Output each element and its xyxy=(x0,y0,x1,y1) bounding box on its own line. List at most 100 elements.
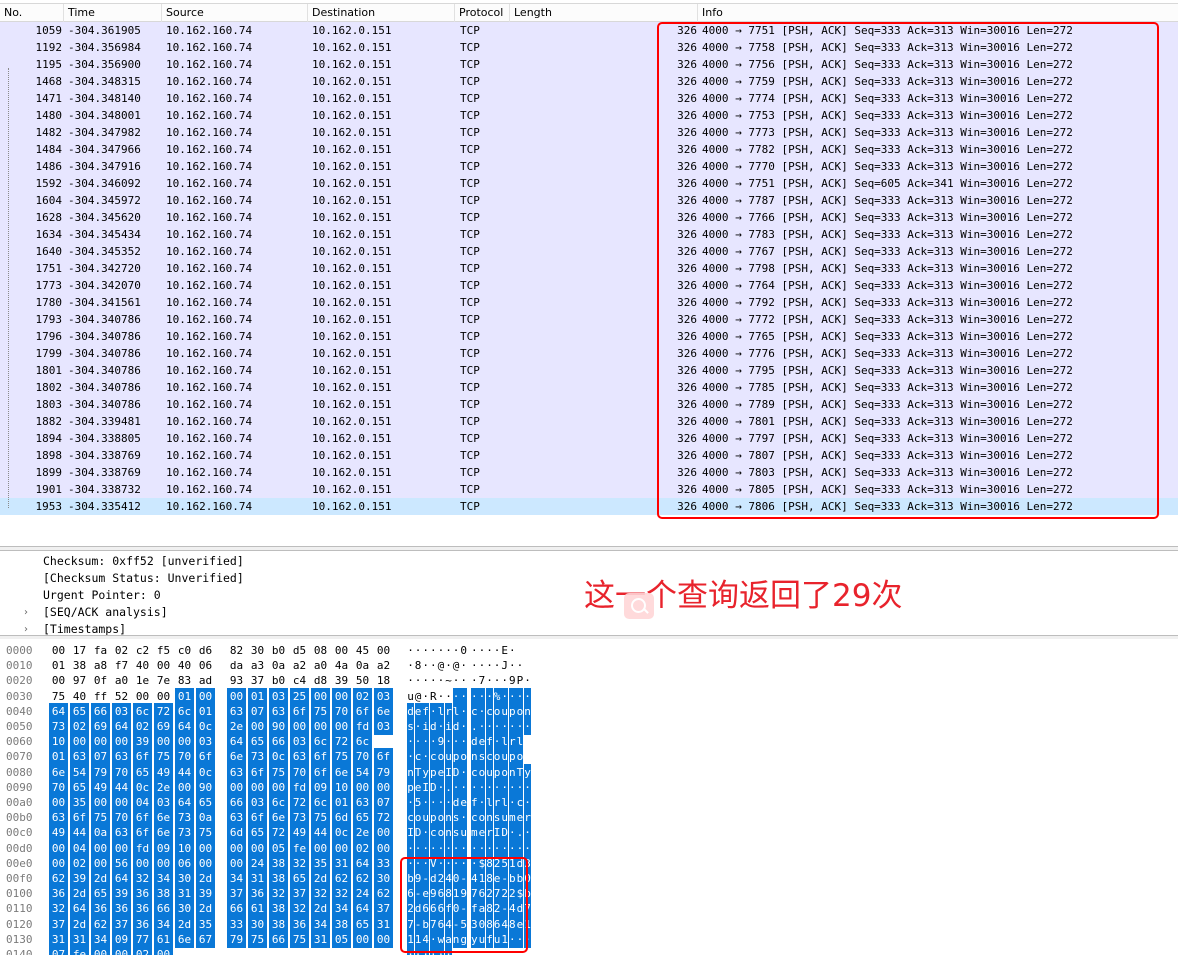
packet-proto: TCP xyxy=(460,347,480,360)
packet-proto: TCP xyxy=(460,279,480,292)
hex-dump-pane[interactable]: 0000 00 17 fa 02 c2 f5 c0 d6 82 30 b0 d5 08 00 45 00 · · · ·… xyxy=(0,639,1178,955)
packet-no: 1901 xyxy=(35,483,63,496)
packet-src: 10.162.160.74 xyxy=(166,211,253,224)
packet-src: 10.162.160.74 xyxy=(166,330,253,343)
packet-src: 10.162.160.74 xyxy=(166,466,253,479)
column-header-length[interactable]: Length xyxy=(510,4,698,22)
column-header-time[interactable]: Time xyxy=(64,4,162,22)
expand-timestamps-icon[interactable]: › xyxy=(24,621,28,635)
packet-time: -304.361905 xyxy=(68,24,141,37)
hex-byte[interactable]: 00 xyxy=(91,946,110,955)
packet-dst: 10.162.0.151 xyxy=(312,296,392,309)
packet-proto: TCP xyxy=(460,126,480,139)
detail-urgent-pointer[interactable]: Urgent Pointer: 0 xyxy=(43,587,161,604)
packet-proto: TCP xyxy=(460,313,480,326)
detail-checksum[interactable]: Checksum: 0xff52 [unverified] xyxy=(43,553,244,570)
detail-seq-ack-analysis[interactable]: [SEQ/ACK analysis] xyxy=(43,604,168,621)
column-header-no[interactable]: No. xyxy=(0,4,64,22)
packet-time: -304.340786 xyxy=(68,398,141,411)
packet-time: -304.342070 xyxy=(68,279,141,292)
detail-checksum-status[interactable]: [Checksum Status: Unverified] xyxy=(43,570,244,587)
packet-proto: TCP xyxy=(460,398,480,411)
packet-src: 10.162.160.74 xyxy=(166,500,253,513)
packet-dst: 10.162.0.151 xyxy=(312,228,392,241)
packet-dst: 10.162.0.151 xyxy=(312,75,392,88)
packet-no: 1802 xyxy=(35,381,63,394)
packet-time: -304.338769 xyxy=(68,449,141,462)
packet-dst: 10.162.0.151 xyxy=(312,347,392,360)
packet-no: 1801 xyxy=(35,364,63,377)
expand-seq-ack-icon[interactable]: › xyxy=(24,604,28,621)
packet-no: 1628 xyxy=(35,211,63,224)
hex-byte[interactable]: 00 xyxy=(154,946,173,955)
packet-src: 10.162.160.74 xyxy=(166,262,253,275)
column-header-protocol[interactable]: Protocol xyxy=(455,4,510,22)
packet-time: -304.346092 xyxy=(68,177,141,190)
packet-proto: TCP xyxy=(460,41,480,54)
column-header-info[interactable]: Info xyxy=(698,4,1178,22)
packet-proto: TCP xyxy=(460,109,480,122)
packet-src: 10.162.160.74 xyxy=(166,279,253,292)
packet-no: 1898 xyxy=(35,449,63,462)
packet-no: 1634 xyxy=(35,228,63,241)
packet-time: -304.348001 xyxy=(68,109,141,122)
packet-proto: TCP xyxy=(460,381,480,394)
packet-dst: 10.162.0.151 xyxy=(312,126,392,139)
detail-timestamps[interactable]: [Timestamps] xyxy=(43,621,126,635)
packet-proto: TCP xyxy=(460,211,480,224)
packet-src: 10.162.160.74 xyxy=(166,449,253,462)
packet-time: -304.340786 xyxy=(68,313,141,326)
packet-dst: 10.162.0.151 xyxy=(312,279,392,292)
packet-proto: TCP xyxy=(460,296,480,309)
packet-dst: 10.162.0.151 xyxy=(312,449,392,462)
packet-time: -304.340786 xyxy=(68,330,141,343)
packet-time: -304.340786 xyxy=(68,381,141,394)
packet-src: 10.162.160.74 xyxy=(166,92,253,105)
packet-no: 1894 xyxy=(35,432,63,445)
packet-src: 10.162.160.74 xyxy=(166,126,253,139)
column-header-destination[interactable]: Destination xyxy=(308,4,455,22)
packet-time: -304.335412 xyxy=(68,500,141,513)
packet-time: -304.340786 xyxy=(68,347,141,360)
packet-src: 10.162.160.74 xyxy=(166,483,253,496)
packet-time: -304.348315 xyxy=(68,75,141,88)
packet-no: 1486 xyxy=(35,160,63,173)
hex-byte[interactable]: 00 xyxy=(112,946,131,955)
packet-src: 10.162.160.74 xyxy=(166,347,253,360)
packet-time: -304.341561 xyxy=(68,296,141,309)
packet-src: 10.162.160.74 xyxy=(166,75,253,88)
info-highlight-box xyxy=(657,22,1159,519)
packet-no: 1195 xyxy=(35,58,63,71)
packet-proto: TCP xyxy=(460,500,480,513)
packet-proto: TCP xyxy=(460,364,480,377)
packet-dst: 10.162.0.151 xyxy=(312,24,392,37)
packet-dst: 10.162.0.151 xyxy=(312,313,392,326)
packet-src: 10.162.160.74 xyxy=(166,177,253,190)
packet-time: -304.345434 xyxy=(68,228,141,241)
packet-dst: 10.162.0.151 xyxy=(312,466,392,479)
hex-highlight-box xyxy=(400,857,528,953)
packet-proto: TCP xyxy=(460,58,480,71)
packet-no: 1640 xyxy=(35,245,63,258)
hex-byte[interactable]: fe xyxy=(70,946,89,955)
packet-list[interactable]: No. Time Source Destination Protocol Len… xyxy=(0,0,1178,548)
packet-proto: TCP xyxy=(460,466,480,479)
packet-proto: TCP xyxy=(460,449,480,462)
packet-src: 10.162.160.74 xyxy=(166,160,253,173)
packet-no: 1468 xyxy=(35,75,63,88)
column-header-source[interactable]: Source xyxy=(162,4,308,22)
packet-src: 10.162.160.74 xyxy=(166,313,253,326)
packet-time: -304.347966 xyxy=(68,143,141,156)
packet-src: 10.162.160.74 xyxy=(166,109,253,122)
packet-no: 1899 xyxy=(35,466,63,479)
packet-dst: 10.162.0.151 xyxy=(312,245,392,258)
hex-byte[interactable]: 07 xyxy=(49,946,68,955)
packet-no: 1793 xyxy=(35,313,63,326)
packet-proto: TCP xyxy=(460,432,480,445)
hex-byte[interactable]: 02 xyxy=(133,946,152,955)
packet-time: -304.348140 xyxy=(68,92,141,105)
packet-proto: TCP xyxy=(460,415,480,428)
packet-dst: 10.162.0.151 xyxy=(312,398,392,411)
packet-dst: 10.162.0.151 xyxy=(312,381,392,394)
packet-dst: 10.162.0.151 xyxy=(312,194,392,207)
